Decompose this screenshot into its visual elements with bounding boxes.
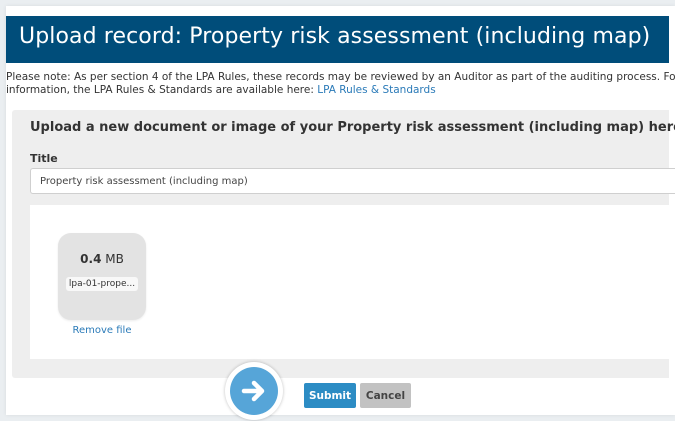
upload-heading: Upload a new document or image of your P…: [30, 120, 675, 135]
page-header: Upload record: Property risk assessment …: [6, 16, 669, 63]
file-name: lpa-01-prope...: [66, 277, 138, 291]
title-label: Title: [30, 152, 58, 165]
lpa-rules-link[interactable]: LPA Rules & Standards: [317, 84, 435, 96]
file-dropzone[interactable]: 0.4 MB lpa-01-prope... Remove file: [30, 205, 675, 359]
arrow-right-glyph: [241, 380, 265, 402]
auditor-notice: Please note: As per section 4 of the LPA…: [6, 71, 675, 97]
file-preview-card: 0.4 MB lpa-01-prope...: [58, 233, 146, 320]
page-title: Upload record: Property risk assessment …: [19, 24, 651, 49]
arrow-right-icon: [230, 367, 278, 415]
cancel-button[interactable]: Cancel: [360, 383, 411, 408]
notice-line-2-text: information, the LPA Rules & Standards a…: [6, 84, 314, 96]
file-size-unit: MB: [105, 252, 124, 266]
upload-panel: Upload a new document or image of your P…: [12, 110, 675, 378]
notice-line-1: Please note: As per section 4 of the LPA…: [6, 71, 675, 83]
submit-button[interactable]: Submit: [304, 383, 356, 408]
arrow-pointer: [225, 362, 283, 420]
file-size: 0.4 MB: [58, 252, 146, 266]
remove-file-link[interactable]: Remove file: [58, 325, 146, 336]
title-input[interactable]: [30, 168, 675, 194]
notice-line-2: information, the LPA Rules & Standards a…: [6, 84, 669, 97]
file-size-value: 0.4: [80, 252, 102, 266]
